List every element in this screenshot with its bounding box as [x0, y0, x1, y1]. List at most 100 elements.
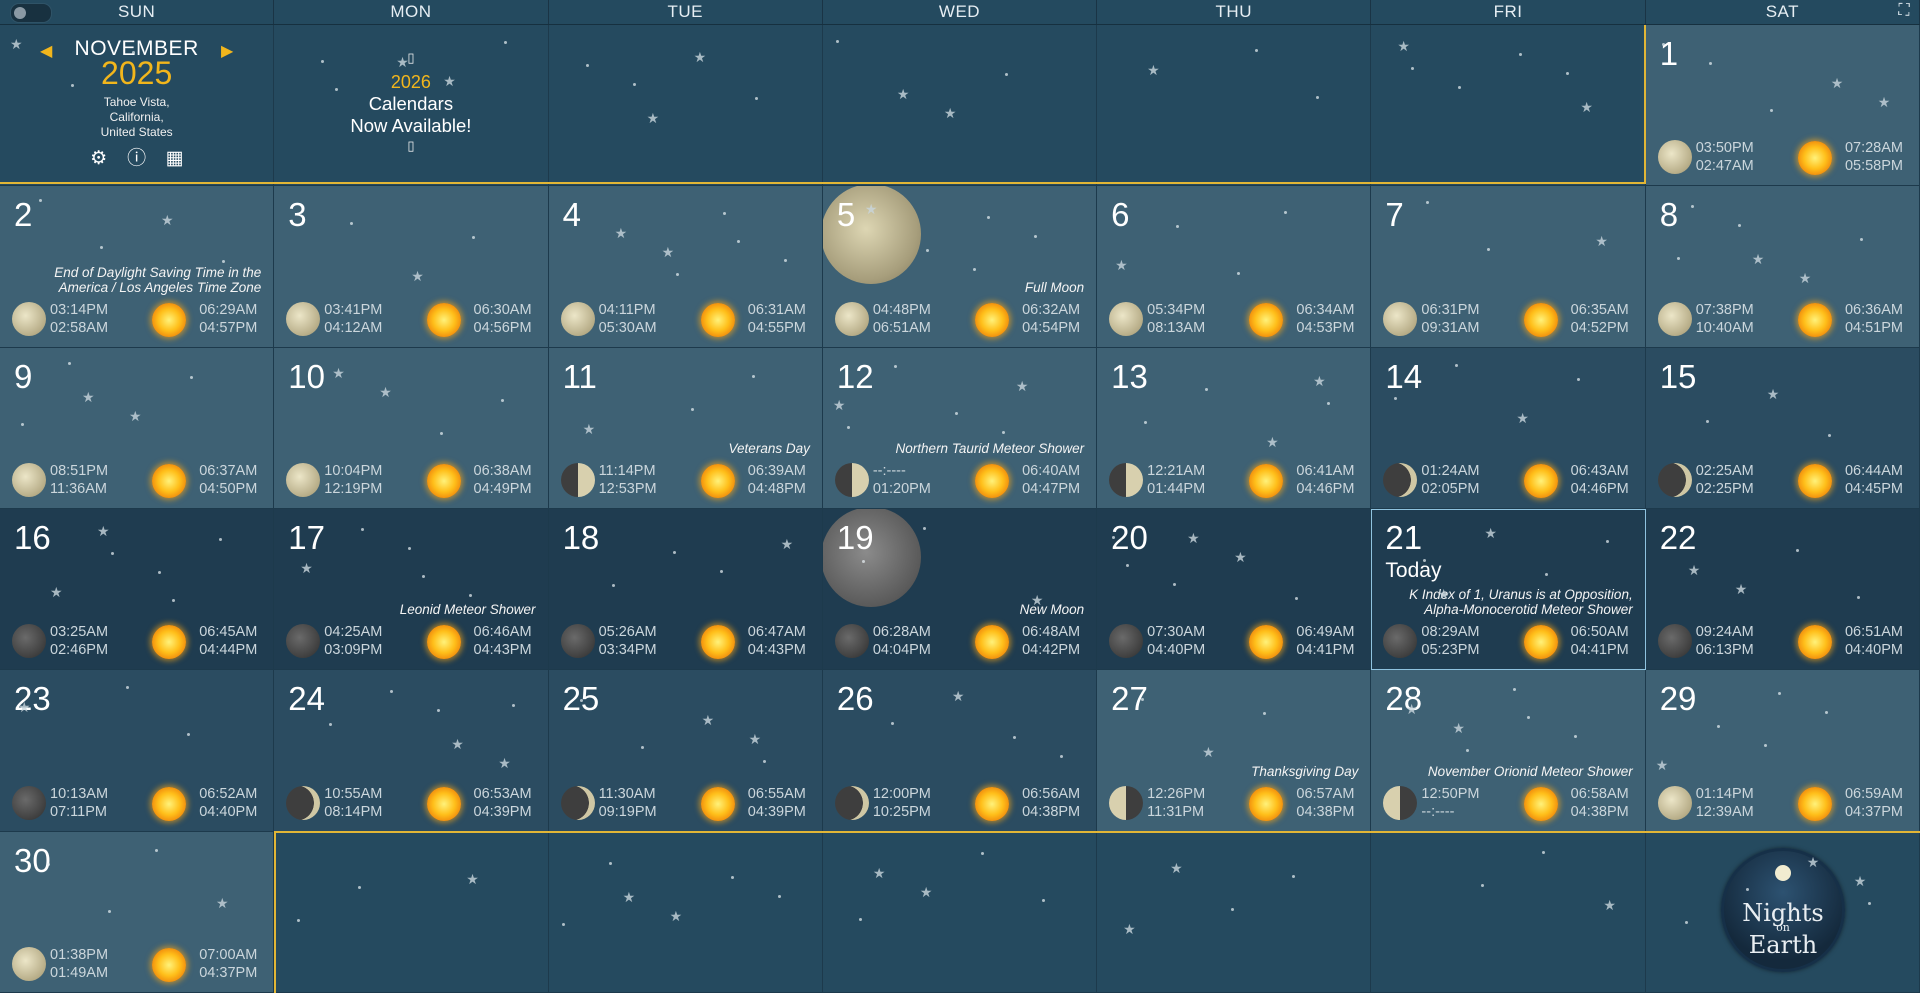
star-dot — [501, 398, 505, 402]
moon-phase-icon — [1383, 462, 1418, 497]
store-icon[interactable]: ▦ — [165, 149, 185, 169]
sun-times: 07:00AM 04:37PM — [199, 946, 257, 982]
day-cell[interactable]: 30 01:38PM 01:49AM 07:00AM 04:37PM ★ — [0, 831, 275, 993]
moon-phase-icon — [1657, 785, 1692, 820]
day-cell[interactable]: 20 07:30AM 04:40PM 06:49AM 04:41PM ★ ★ — [1097, 508, 1372, 671]
day-cell[interactable]: 12 Northern Taurid Meteor Shower --:---- … — [822, 347, 1098, 509]
day-cell[interactable]: 23 10:13AM 07:11PM 06:52AM 04:40PM ★ — [0, 670, 275, 832]
moonset-time: 11:36AM — [50, 480, 107, 497]
star-icon: ★ — [1603, 896, 1616, 913]
sunset-time: 04:40PM — [1844, 642, 1903, 659]
day-cell[interactable]: 27 Thanksgiving Day 12:26PM 11:31PM 06:57… — [1097, 670, 1372, 832]
day-cell[interactable]: 26 12:00PM 10:25PM 06:56AM 04:38PM ★ — [822, 670, 1098, 832]
star-icon: ★ — [1437, 585, 1450, 602]
day-cell[interactable]: 15 02:25AM 02:25PM 06:44AM 04:45PM ★ — [1645, 347, 1920, 509]
day-cell[interactable]: 17 Leonid Meteor Shower 04:25AM 03:09PM 0… — [274, 508, 549, 671]
day-number: 13 — [1111, 357, 1148, 395]
moon-times: 12:50PM --:---- — [1421, 785, 1479, 821]
empty-cell: ★ — [274, 831, 549, 993]
day-cell[interactable]: 28 November Orionid Meteor Shower 12:50PM… — [1371, 670, 1646, 832]
day-cell[interactable]: 29 01:14PM 12:39AM 06:59AM 04:37PM ★ — [1645, 670, 1920, 832]
star-dot — [358, 885, 362, 889]
sun-icon — [1523, 786, 1558, 821]
day-cell[interactable]: 14 01:24AM 02:05PM 06:43AM 04:46PM ★ — [1371, 347, 1646, 509]
moonset-time: 06:51AM — [872, 319, 931, 336]
promo[interactable]: ▯ 2026 Calendars Now Available! ▯ — [274, 49, 547, 155]
star-dot — [1144, 420, 1148, 424]
moonset-time: 12:19PM — [324, 480, 383, 497]
star-dot — [1606, 539, 1610, 543]
star-dot — [512, 704, 516, 708]
day-number: 19 — [836, 518, 874, 556]
day-cell[interactable]: 3 03:41PM 04:12AM 06:30AM 04:56PM ★ — [274, 186, 549, 348]
day-cell[interactable]: 5 Full Moon 04:48PM 06:51AM 06:32AM 04:54… — [822, 186, 1098, 348]
day-cell[interactable]: 18 05:26AM 03:34PM 06:47AM 04:43PM ★ — [548, 508, 823, 671]
moonrise-time: 11:14PM — [598, 462, 656, 479]
star-icon: ★ — [1202, 744, 1215, 761]
sun-times: 06:59AM 04:37PM — [1845, 785, 1903, 821]
fullscreen-icon[interactable]: ⛶ — [1896, 3, 1912, 19]
day-cell[interactable]: 7 06:31PM 09:31AM 06:35AM 04:52PM ★ — [1371, 186, 1646, 348]
info-icon[interactable]: ⓘ — [127, 149, 147, 169]
theme-toggle[interactable] — [10, 3, 52, 23]
promo-glyph: ▯ — [407, 138, 415, 153]
day-cell[interactable]: 11 Veterans Day 11:14PM 12:53PM 06:39AM 0… — [548, 347, 823, 509]
moonrise-time: 10:13AM — [50, 785, 109, 802]
star-dot — [187, 733, 190, 737]
star-icon: ★ — [748, 731, 762, 748]
star-icon: ★ — [97, 522, 110, 539]
sun-icon — [152, 625, 187, 660]
day-cell[interactable]: 13 12:21AM 01:44PM 06:41AM 04:46PM ★ ★ — [1097, 347, 1372, 509]
sun-times: 06:58AM 04:38PM — [1571, 785, 1629, 821]
star-dot — [472, 236, 476, 240]
day-cell[interactable]: 21 Today K Index of 1, Uranus is at Opposi… — [1371, 508, 1646, 671]
sun-times: 06:55AM 04:39PM — [748, 785, 806, 821]
moon-times: 09:24AM 06:13PM — [1696, 623, 1754, 659]
star-dot — [1327, 401, 1331, 405]
moonset-time: 02:05PM — [1421, 480, 1480, 497]
day-number: 29 — [1659, 680, 1697, 718]
sun-times: 06:29AM 04:57PM — [199, 301, 257, 337]
moonrise-time: 08:29AM — [1421, 624, 1480, 641]
star-dot — [1545, 572, 1549, 576]
moonset-time: 02:58AM — [50, 319, 109, 336]
star-icon: ★ — [1830, 75, 1844, 91]
gear-icon[interactable]: ⚙ — [89, 149, 109, 169]
day-cell[interactable]: 16 03:25AM 02:46PM 06:45AM 04:44PM ★ ★ — [0, 508, 275, 671]
day-cell[interactable]: 4 04:11PM 05:30AM 06:31AM 04:55PM ★ ★ — [548, 186, 823, 348]
sun-times: 06:56AM 04:38PM — [1022, 785, 1080, 821]
day-cell[interactable]: 10 10:04PM 12:19PM 06:38AM 04:49PM ★ ★ — [274, 347, 549, 509]
star-icon: ★ — [1516, 409, 1529, 426]
star-dot — [1676, 257, 1680, 261]
day-cell[interactable]: 24 10:55AM 08:14PM 06:53AM 04:39PM ★ ★ — [274, 670, 549, 832]
day-cell[interactable]: 22 09:24AM 06:13PM 06:51AM 04:40PM ★ ★ — [1645, 508, 1920, 671]
promo-panel[interactable]: ▯ 2026 Calendars Now Available! ▯ ★ ★ — [274, 25, 549, 187]
moon-phase-icon — [834, 785, 869, 820]
promo-line2: Now Available! — [350, 115, 472, 136]
sunset-time: 04:49PM — [473, 480, 532, 497]
nights-on-earth-logo[interactable]: Nights on Earth — [1720, 847, 1845, 972]
star-icon: ★ — [1030, 591, 1044, 608]
star-dot — [1566, 72, 1570, 75]
star-dot — [608, 861, 612, 865]
moonrise-time: 01:24AM — [1421, 462, 1480, 479]
sun-icon — [152, 302, 187, 337]
sun-icon — [152, 463, 187, 498]
day-cell[interactable]: 2 End of Daylight Saving Time in the Amer… — [0, 186, 275, 348]
star-icon: ★ — [1595, 233, 1608, 250]
day-number: 26 — [836, 680, 874, 718]
moon-phase-icon — [834, 301, 869, 336]
promo-line1: Calendars — [368, 93, 454, 114]
day-cell[interactable]: 9 08:51PM 11:36AM 06:37AM 04:50PM ★ ★ — [0, 347, 275, 509]
star-icon: ★ — [1484, 524, 1497, 541]
moon-phase-icon — [1657, 462, 1692, 497]
sun-icon — [700, 786, 735, 821]
star-icon: ★ — [1655, 757, 1669, 774]
day-cell[interactable]: 6 05:34PM 08:13AM 06:34AM 04:53PM ★ — [1097, 186, 1372, 348]
day-cell[interactable]: 25 11:30AM 09:19PM 06:55AM 04:39PM ★ ★ — [548, 670, 823, 832]
day-cell[interactable]: 19 New Moon 06:28AM 04:04PM 06:48AM 04:42… — [822, 508, 1098, 671]
day-cell[interactable]: 8 07:38PM 10:40AM 06:36AM 04:51PM ★ ★ — [1645, 186, 1920, 348]
sunset-time: 04:38PM — [1022, 803, 1081, 820]
day-number: 5 — [836, 196, 856, 234]
day-cell[interactable]: 1 03:50PM 02:47AM 07:28AM 05:58PM ★ ★ — [1645, 25, 1920, 187]
